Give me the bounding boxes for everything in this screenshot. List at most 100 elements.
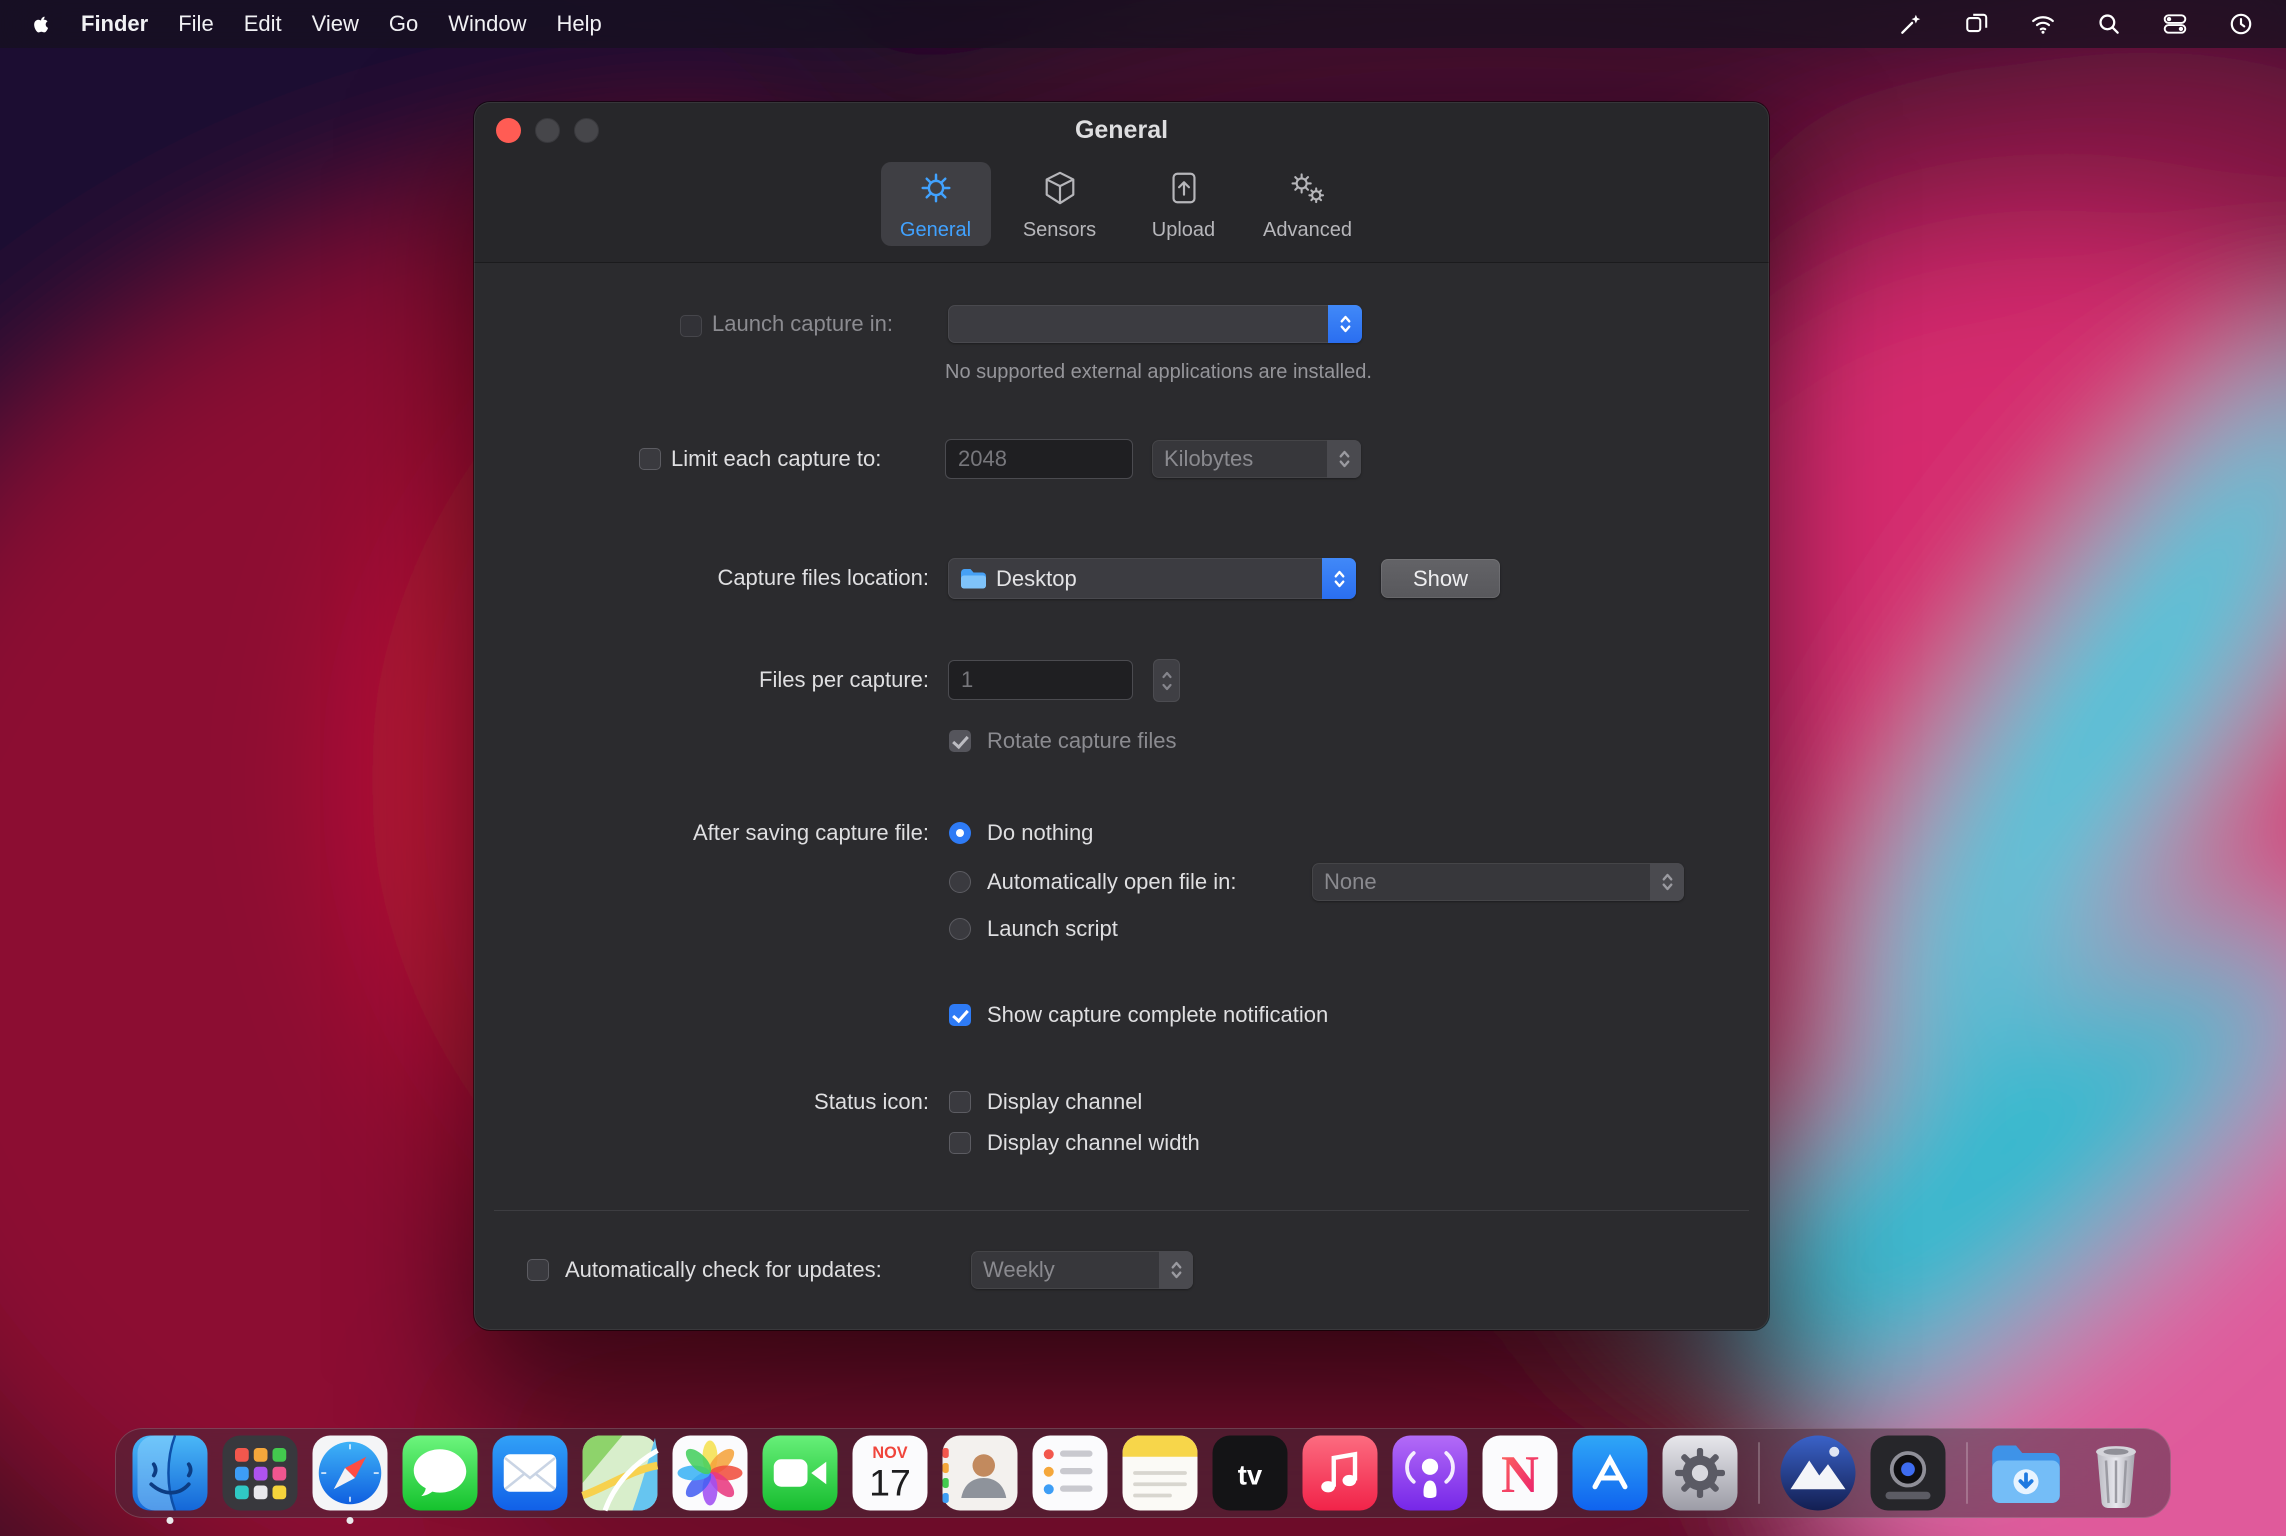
dock-icon-appstore[interactable] [1570,1433,1650,1513]
tab-sensors[interactable]: Sensors [1005,162,1115,246]
dock-icon-notes[interactable] [1120,1433,1200,1513]
check-updates-checkbox[interactable] [527,1259,549,1281]
window-titlebar: General General Sensors Upload Advanced [474,102,1769,263]
wifi-icon[interactable] [2030,11,2056,37]
chevron-updown-icon [1322,558,1356,599]
limit-unit-select[interactable]: Kilobytes [1152,440,1361,478]
dock-icon-finder[interactable] [130,1433,210,1513]
limit-size-field[interactable]: 2048 [945,439,1133,479]
dock-icon-mail[interactable] [490,1433,570,1513]
menu-item-edit[interactable]: Edit [229,11,297,37]
dock-icon-maps[interactable] [580,1433,660,1513]
launch-capture-label: Launch capture in: [712,311,894,336]
dock-icon-calendar[interactable]: NOV 17 [850,1433,930,1513]
files-per-capture-field[interactable]: 1 [948,660,1133,700]
display-channel-width-checkbox[interactable] [949,1132,971,1154]
menu-item-file[interactable]: File [163,11,228,37]
files-per-capture-label: Files per capture: [759,667,929,692]
upload-icon [1164,169,1204,213]
display-channel-label: Display channel [987,1089,1143,1114]
dock-icon-contacts[interactable] [940,1433,1020,1513]
menu-app-name[interactable]: Finder [66,11,163,37]
dock-icon-tv[interactable]: tv [1210,1433,1290,1513]
menu-item-window[interactable]: Window [433,11,541,37]
after-saving-launch-script-label: Launch script [987,916,1118,941]
launch-capture-note: No supported external applications are i… [945,361,1372,383]
after-saving-radio-do-nothing[interactable] [949,822,971,844]
files-per-capture-stepper[interactable] [1153,659,1180,702]
menu-bar-left: Finder File Edit View Go Window Help [26,11,617,37]
menu-item-help[interactable]: Help [542,11,617,37]
control-center-icon[interactable] [2162,11,2188,37]
chevron-updown-icon [1159,1251,1193,1289]
tab-advanced-label: Advanced [1263,218,1352,241]
open-file-in-select[interactable]: None [1312,863,1684,901]
capture-notification-checkbox[interactable] [949,1004,971,1026]
dock: NOV 17 tv N [115,1428,2171,1518]
after-saving-do-nothing-label: Do nothing [987,820,1094,845]
display-channel-width-label: Display channel width [987,1130,1200,1155]
dock-icon-trash[interactable] [2076,1433,2156,1513]
tab-upload[interactable]: Upload [1129,162,1239,246]
tab-general[interactable]: General [880,162,991,246]
show-button-label: Show [1412,565,1469,591]
dock-separator [1758,1442,1760,1504]
display-channel-checkbox[interactable] [949,1091,971,1113]
location-value: Desktop [996,565,1077,591]
after-saving-radio-open-file[interactable] [949,871,971,893]
chevron-updown-icon [1328,305,1362,343]
dock-icon-mountain-app[interactable] [1778,1433,1858,1513]
show-button[interactable]: Show [1381,559,1500,598]
menu-item-view[interactable]: View [297,11,374,37]
tab-advanced[interactable]: Advanced [1253,162,1363,246]
launch-capture-select[interactable] [948,305,1362,343]
menu-bar-status [1898,11,2260,37]
dock-icon-news[interactable]: N [1480,1433,1560,1513]
menu-item-go[interactable]: Go [374,11,433,37]
window-manager-icon[interactable] [1964,11,1990,37]
wand-icon[interactable] [1898,11,1924,37]
check-updates-label: Automatically check for updates: [565,1257,882,1282]
menu-bar: Finder File Edit View Go Window Help [0,0,2286,48]
location-label: Capture files location: [717,565,929,590]
gear-icon [916,169,956,213]
tab-general-label: General [899,218,972,241]
dock-icon-systemprefs[interactable] [1660,1433,1740,1513]
limit-unit-value: Kilobytes [1164,446,1254,471]
dock-icon-safari[interactable] [310,1433,390,1513]
dock-icon-music[interactable] [1300,1433,1380,1513]
apple-menu-icon[interactable] [26,11,66,37]
dock-icon-media-app[interactable] [1868,1433,1948,1513]
dock-icon-podcasts[interactable] [1390,1433,1470,1513]
cube-icon [1040,169,1080,213]
section-divider [494,1210,1749,1211]
limit-capture-checkbox[interactable] [639,448,661,470]
rotate-files-label: Rotate capture files [987,728,1177,753]
dock-icon-photos[interactable] [670,1433,750,1513]
svg-text:17: 17 [869,1462,911,1504]
update-frequency-select[interactable]: Weekly [971,1251,1193,1289]
dock-icon-reminders[interactable] [1030,1433,1110,1513]
clock-icon[interactable] [2228,11,2254,37]
dock-icon-downloads[interactable] [1986,1433,2066,1513]
spotlight-search-icon[interactable] [2096,11,2122,37]
dock-separator [1966,1442,1968,1504]
status-icon-label: Status icon: [814,1089,929,1114]
limit-size-value: 2048 [958,446,1007,471]
limit-capture-label: Limit each capture to: [671,446,882,471]
location-select[interactable]: Desktop [948,558,1356,599]
tab-upload-label: Upload [1151,218,1216,241]
after-saving-radio-launch-script[interactable] [949,918,971,940]
dock-icon-messages[interactable] [400,1433,480,1513]
chevron-updown-icon [1327,440,1361,478]
preferences-window: General General Sensors Upload Advanced … [474,102,1769,1330]
capture-notification-label: Show capture complete notification [987,1002,1329,1027]
open-file-in-value: None [1324,869,1377,894]
update-frequency-value: Weekly [983,1257,1055,1282]
tab-sensors-label: Sensors [1022,218,1097,241]
dock-icon-facetime[interactable] [760,1433,840,1513]
toolbar-tabs: General Sensors Upload Advanced [474,162,1769,246]
launch-capture-checkbox[interactable] [680,315,702,337]
dock-icon-launchpad[interactable] [220,1433,300,1513]
rotate-files-checkbox[interactable] [949,730,971,752]
